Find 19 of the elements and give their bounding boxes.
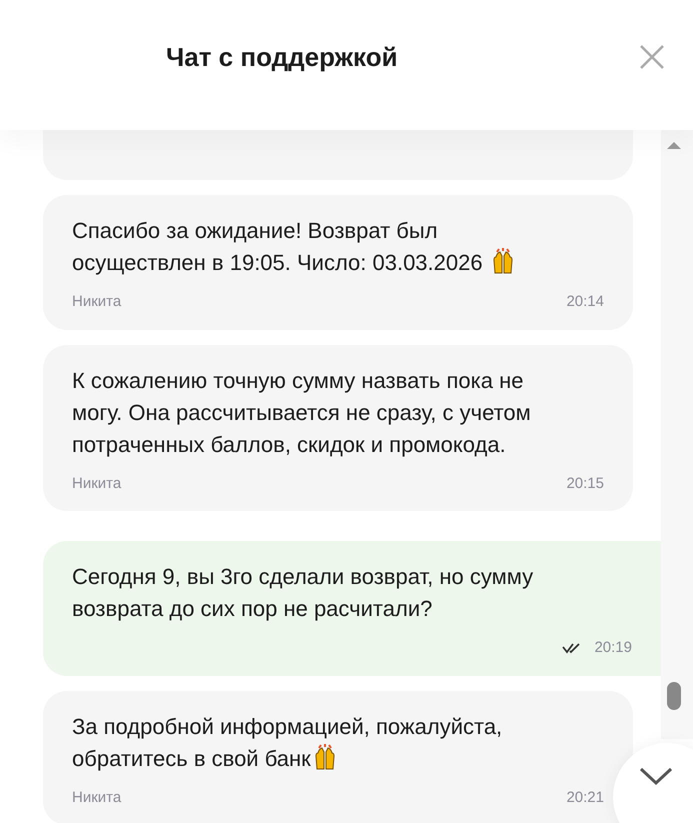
scrollbar[interactable]: [661, 130, 693, 739]
author-name: Никита: [72, 474, 122, 494]
message-text: Сегодня 9, вы 3го сделали возврат, но сумму возврата до сих пор не расчитали?: [72, 563, 534, 623]
scroll-up-arrow-icon[interactable]: [666, 140, 682, 150]
chat-title: Чат с поддержкой: [166, 40, 398, 74]
chevron-down-icon: [639, 767, 673, 787]
raised-hands-icon: [490, 248, 515, 274]
message-time: 20:21: [566, 788, 604, 808]
double-check-icon: [562, 642, 582, 654]
message-time: 20:14: [566, 292, 604, 312]
message-text: К сожалению точную сумму назвать пока не могу. Она рассчитывается не сразу, с учетом потраченных баллов, скидок и промокода.: [72, 366, 532, 459]
message-time: 20:19: [594, 638, 632, 658]
author-name: Никита: [72, 292, 122, 312]
message-text: За подробной информацией, пожалуйста, обратитесь в свой банк: [72, 712, 504, 773]
author-name: Никита: [72, 788, 122, 808]
message-time: 20:15: [566, 474, 604, 494]
message-text: Спасибо за ожидание! Возврат был осуществлен в 19:05. Число: 03.03.2026: [72, 215, 604, 279]
raised-hands-icon: [312, 744, 337, 770]
scrollbar-thumb[interactable]: [667, 682, 681, 710]
